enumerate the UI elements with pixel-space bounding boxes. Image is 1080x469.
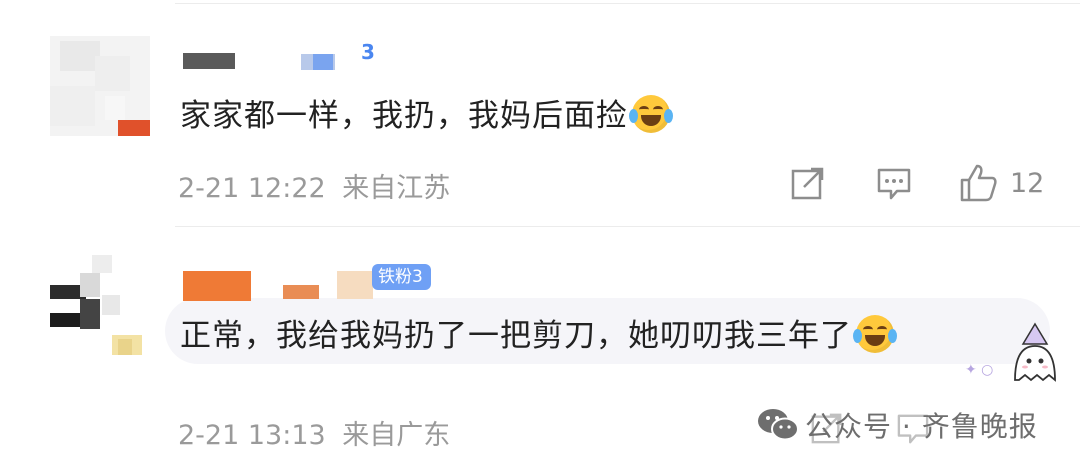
username-obscured[interactable]	[183, 267, 383, 301]
comment-location: 来自广东	[342, 420, 451, 451]
comment-item: 3 家家都一样，我扔，我妈后面捡 2-21 12:22 来自江苏 12	[0, 0, 1080, 225]
avatar[interactable]	[50, 36, 150, 136]
fan-badge-label: 铁粉3	[378, 267, 423, 287]
comment-location: 来自江苏	[342, 173, 451, 204]
comment-button[interactable]	[876, 167, 912, 205]
fan-badge: 铁粉3	[372, 264, 431, 290]
like-count: 12	[1010, 168, 1045, 199]
wechat-icon	[758, 409, 799, 441]
laughing-crying-emoji	[853, 315, 897, 353]
comment-meta: 2-21 13:13 来自广东	[178, 413, 450, 452]
comment-meta: 2-21 12:22 来自江苏	[178, 166, 450, 205]
share-button[interactable]	[790, 165, 826, 205]
fan-badge-number: 3	[361, 40, 375, 64]
like-button[interactable]	[958, 163, 998, 207]
sparkle-decoration: ✦ ○	[965, 362, 994, 378]
comment-text: 家家都一样，我扔，我妈后面捡	[180, 95, 673, 136]
watermark-text: 公众号 · 齐鲁晚报	[805, 410, 1038, 443]
share-icon	[791, 167, 824, 200]
comment-timestamp: 2-21 13:13	[178, 420, 326, 451]
comment-text-content: 正常，我给我妈扔了一把剪刀，她叨叨我三年了	[180, 318, 852, 354]
comment-text: 正常，我给我妈扔了一把剪刀，她叨叨我三年了	[180, 315, 897, 356]
comment-timestamp: 2-21 12:22	[178, 173, 326, 204]
comment-text-content: 家家都一样，我扔，我妈后面捡	[180, 98, 628, 134]
thumbs-up-icon	[960, 164, 997, 202]
avatar[interactable]	[50, 255, 150, 355]
ghost-wizard-sticker	[1005, 322, 1065, 382]
comment-icon	[877, 168, 911, 200]
laughing-crying-emoji	[629, 95, 673, 133]
